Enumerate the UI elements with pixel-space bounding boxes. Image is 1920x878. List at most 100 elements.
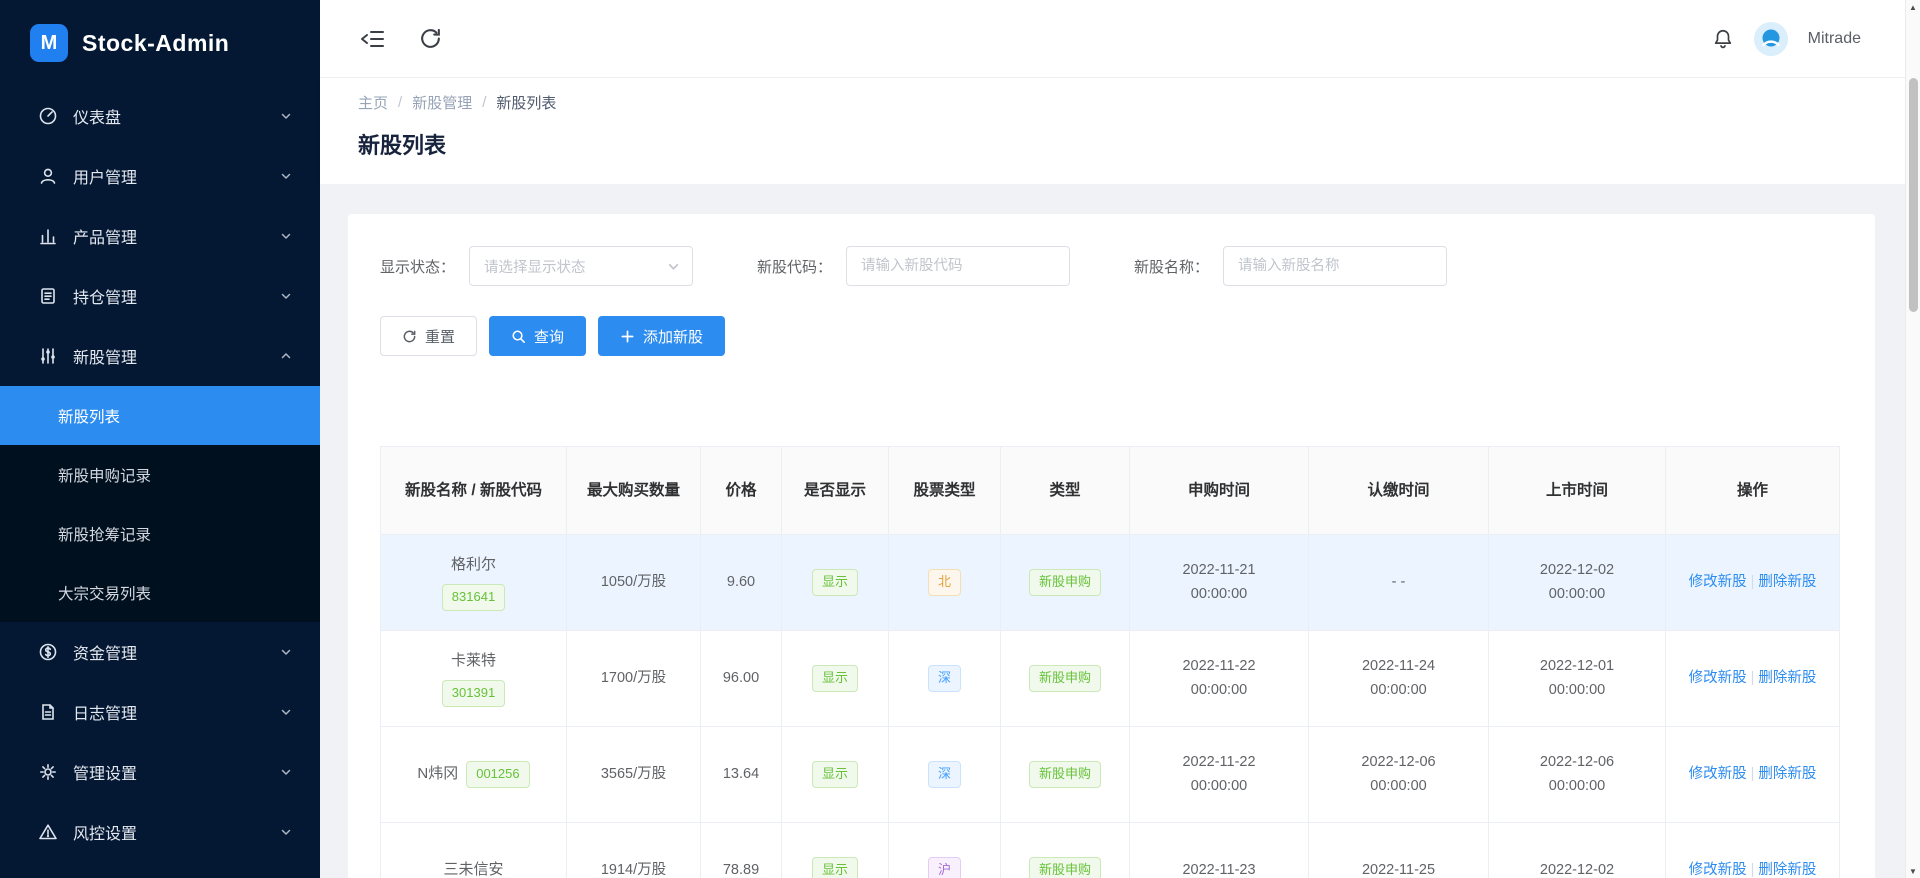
breadcrumb-separator: /: [398, 94, 402, 111]
sidebar-item-admin-settings[interactable]: 管理设置: [0, 742, 320, 802]
edit-stock-link[interactable]: 修改新股: [1689, 574, 1747, 590]
app-window: M Stock-Admin 仪表盘 用户管理: [0, 0, 1920, 878]
chevron-down-icon: [280, 826, 292, 838]
purchase-time-cell: 2022-11-2200:00:00: [1130, 631, 1309, 727]
notification-bell-icon[interactable]: [1712, 28, 1734, 50]
table-header-row: 新股名称 / 新股代码 最大购买数量 价格 是否显示 股票类型 类型 申购时间 …: [381, 447, 1840, 535]
stock-type-cell: 深: [889, 727, 1001, 823]
scrollbar-thumb[interactable]: [1909, 78, 1918, 312]
col-header-name-code: 新股名称 / 新股代码: [381, 447, 567, 535]
collapse-sidebar-icon[interactable]: [360, 27, 386, 51]
scroll-down-arrow[interactable]: ▼: [1906, 864, 1920, 878]
filter-bar: 显示状态： 请选择显示状态 新股代码： 新股名称：: [380, 246, 1843, 286]
newstock-submenu: 新股列表 新股申购记录 新股抢筹记录 大宗交易列表: [0, 386, 320, 622]
sidebar-item-label: 持仓管理: [73, 284, 280, 308]
refresh-icon[interactable]: [418, 26, 443, 51]
type-tag: 新股申购: [1029, 761, 1101, 788]
stock-code-input[interactable]: [846, 246, 1070, 286]
type-cell: 新股申购: [1001, 823, 1130, 878]
sidebar-item-position-management[interactable]: 持仓管理: [0, 266, 320, 326]
price-cell: 9.60: [701, 535, 782, 631]
delete-stock-link[interactable]: 删除新股: [1758, 862, 1816, 878]
stock-type-tag: 沪: [928, 857, 961, 878]
sidebar-item-block-trade-list[interactable]: 大宗交易列表: [0, 563, 320, 622]
breadcrumb-current: 新股列表: [496, 92, 556, 113]
name-code-cell: 格利尔 831641: [381, 535, 567, 631]
name-code-cell: 卡莱特 301391: [381, 631, 567, 727]
username[interactable]: Mitrade: [1808, 30, 1861, 48]
status-select[interactable]: 请选择显示状态: [469, 246, 693, 286]
type-tag: 新股申购: [1029, 569, 1101, 596]
stock-type-tag: 深: [928, 665, 961, 692]
max-buy-cell: 1914/万股: [567, 823, 701, 878]
sidebar-item-fund-management[interactable]: 资金管理: [0, 622, 320, 682]
delete-stock-link[interactable]: 删除新股: [1758, 670, 1816, 686]
sliders-icon: [38, 346, 58, 366]
delete-stock-link[interactable]: 删除新股: [1758, 574, 1816, 590]
sidebar-item-log-management[interactable]: 日志管理: [0, 682, 320, 742]
search-button[interactable]: 查询: [489, 316, 586, 356]
col-header-stock-type: 股票类型: [889, 447, 1001, 535]
sidebar-item-newstock-management[interactable]: 新股管理: [0, 326, 320, 386]
chevron-up-icon: [280, 350, 292, 362]
action-separator: |: [1751, 862, 1755, 878]
purchase-time-cell: 2022-11-2200:00:00: [1130, 727, 1309, 823]
scroll-up-arrow[interactable]: ▲: [1906, 0, 1920, 14]
app-logo: M Stock-Admin: [0, 0, 320, 86]
delete-stock-link[interactable]: 删除新股: [1758, 766, 1816, 782]
sidebar-item-label: 资金管理: [73, 640, 280, 664]
sidebar-item-label: 日志管理: [73, 700, 280, 724]
sidebar-item-label: 大宗交易列表: [58, 582, 151, 604]
visible-cell: 显示: [782, 727, 889, 823]
name-code-cell: N炜冈 001256: [381, 727, 567, 823]
sidebar-item-label: 风控设置: [73, 820, 280, 844]
warning-triangle-icon: [38, 822, 58, 842]
chevron-down-icon: [280, 290, 292, 302]
breadcrumb-home[interactable]: 主页: [358, 92, 388, 113]
stock-code-tag: 001256: [466, 761, 529, 788]
col-header-actions: 操作: [1666, 447, 1840, 535]
avatar[interactable]: [1754, 22, 1788, 56]
stock-name: 格利尔: [391, 554, 556, 577]
sidebar-item-label: 用户管理: [73, 164, 280, 188]
chevron-down-icon: [280, 230, 292, 242]
page-header: 主页 / 新股管理 / 新股列表 新股列表: [320, 78, 1905, 184]
price-cell: 13.64: [701, 727, 782, 823]
topbar: Mitrade: [320, 0, 1905, 78]
edit-stock-link[interactable]: 修改新股: [1689, 766, 1747, 782]
reset-button[interactable]: 重置: [380, 316, 477, 356]
action-separator: |: [1751, 670, 1755, 686]
stock-name-input[interactable]: [1223, 246, 1447, 286]
breadcrumb-newstock-management[interactable]: 新股管理: [412, 92, 472, 113]
sidebar-item-user-management[interactable]: 用户管理: [0, 146, 320, 206]
breadcrumb-separator: /: [482, 94, 486, 111]
stock-type-cell: 深: [889, 631, 1001, 727]
table-row: 三未信安 1914/万股 78.89 显示 沪 新股申购 2022-11-23 …: [381, 823, 1840, 878]
code-label: 新股代码：: [757, 256, 832, 277]
add-stock-button[interactable]: 添加新股: [598, 316, 725, 356]
subscribe-time-cell: - -: [1309, 535, 1489, 631]
col-header-purchase-time: 申购时间: [1130, 447, 1309, 535]
type-cell: 新股申购: [1001, 631, 1130, 727]
sidebar-item-newstock-list[interactable]: 新股列表: [0, 386, 320, 445]
topbar-right: Mitrade: [1712, 22, 1861, 56]
edit-stock-link[interactable]: 修改新股: [1689, 670, 1747, 686]
listing-time-cell: 2022-12-02: [1489, 823, 1666, 878]
page-title: 新股列表: [358, 128, 1867, 160]
content-card: 显示状态： 请选择显示状态 新股代码： 新股名称：: [348, 214, 1875, 878]
stock-code-tag: 301391: [442, 680, 505, 707]
col-header-visible: 是否显示: [782, 447, 889, 535]
sidebar-item-newstock-grab-records[interactable]: 新股抢筹记录: [0, 504, 320, 563]
sidebar-item-risk-settings[interactable]: 风控设置: [0, 802, 320, 862]
content-area: 显示状态： 请选择显示状态 新股代码： 新股名称：: [320, 184, 1905, 878]
scrollbar[interactable]: ▲ ▼: [1905, 0, 1920, 878]
sidebar-item-dashboard[interactable]: 仪表盘: [0, 86, 320, 146]
users-icon: [38, 166, 58, 186]
stock-code-tag: 831641: [442, 584, 505, 611]
edit-stock-link[interactable]: 修改新股: [1689, 862, 1747, 878]
newstock-table: 新股名称 / 新股代码 最大购买数量 价格 是否显示 股票类型 类型 申购时间 …: [380, 446, 1843, 878]
listing-time-cell: 2022-12-0600:00:00: [1489, 727, 1666, 823]
sidebar-item-product-management[interactable]: 产品管理: [0, 206, 320, 266]
sidebar-item-newstock-purchase-records[interactable]: 新股申购记录: [0, 445, 320, 504]
listing-time-cell: 2022-12-0100:00:00: [1489, 631, 1666, 727]
